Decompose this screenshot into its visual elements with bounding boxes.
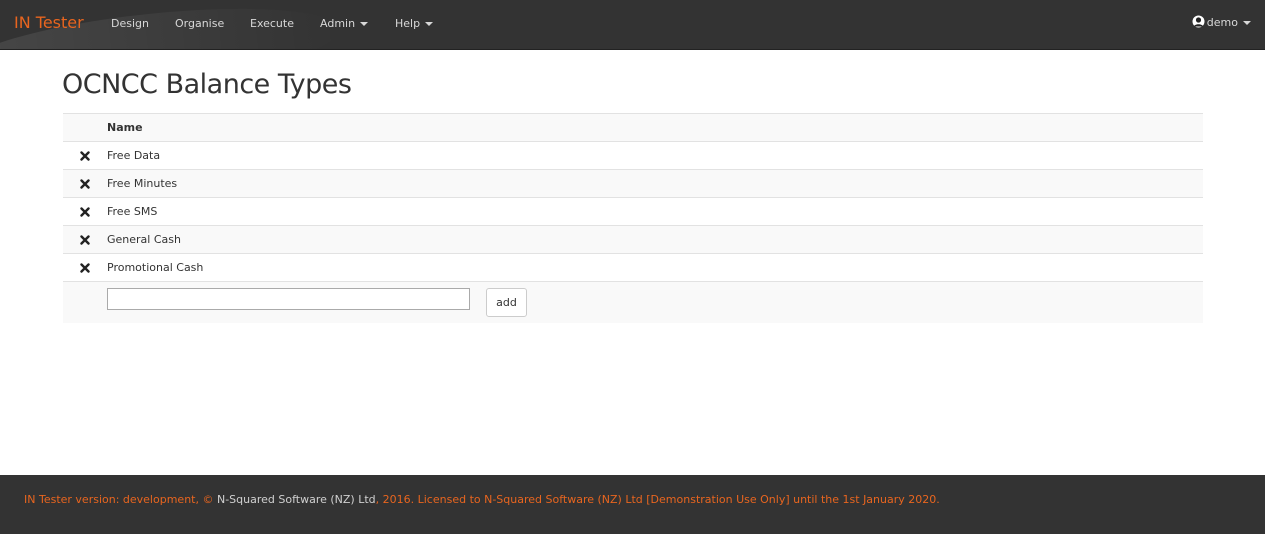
table-row: Free Data xyxy=(63,141,1203,169)
footer-license-detail: , 2016. Licensed to N-Squared Software (… xyxy=(375,493,940,506)
footer-version-text: IN Tester version: development, © xyxy=(24,493,217,506)
username-label: demo xyxy=(1206,16,1238,29)
column-header-name: Name xyxy=(107,121,143,134)
nav-help-label: Help xyxy=(395,17,421,30)
cross-icon xyxy=(80,262,90,273)
add-balance-type-row: add xyxy=(63,281,1203,323)
balance-type-name: General Cash xyxy=(107,233,181,246)
table-row: Promotional Cash xyxy=(63,253,1203,281)
footer: IN Tester version: development, © N-Squa… xyxy=(0,475,1265,534)
nav-admin-dropdown[interactable]: Admin xyxy=(320,17,369,30)
user-silhouette-icon xyxy=(1192,15,1205,28)
table-row: General Cash xyxy=(63,225,1203,253)
footer-license-text: IN Tester version: development, © N-Squa… xyxy=(24,493,940,506)
add-button[interactable]: add xyxy=(486,288,527,317)
nav-organise-label: Organise xyxy=(175,17,225,30)
delete-row-button[interactable] xyxy=(63,254,107,281)
balance-type-name: Free Minutes xyxy=(107,177,178,190)
nav-help-dropdown[interactable]: Help xyxy=(395,17,434,30)
balance-type-name: Promotional Cash xyxy=(107,261,204,274)
nav-design[interactable]: Design xyxy=(111,17,149,30)
brand-link[interactable]: IN Tester xyxy=(14,13,84,32)
delete-row-button[interactable] xyxy=(63,198,107,225)
cross-icon xyxy=(80,178,90,189)
nav-design-label: Design xyxy=(111,17,149,30)
nav-execute-label: Execute xyxy=(250,17,294,30)
cross-icon xyxy=(80,150,90,161)
new-balance-type-input[interactable] xyxy=(107,288,470,310)
cross-icon xyxy=(80,206,90,217)
balance-type-name: Free Data xyxy=(107,149,161,162)
table-row: Free SMS xyxy=(63,197,1203,225)
nav-execute[interactable]: Execute xyxy=(250,17,294,30)
page-title: OCNCC Balance Types xyxy=(62,69,352,100)
cross-icon xyxy=(80,234,90,245)
balance-type-name: Free SMS xyxy=(107,205,158,218)
nav-admin-label: Admin xyxy=(320,17,356,30)
delete-row-button[interactable] xyxy=(63,170,107,197)
delete-row-button[interactable] xyxy=(63,226,107,253)
top-navbar: IN Tester Design Organise Execute Admin … xyxy=(0,0,1265,50)
nav-organise[interactable]: Organise xyxy=(175,17,224,30)
caret-down-icon xyxy=(425,22,434,26)
footer-owner-text: N-Squared Software (NZ) Ltd xyxy=(216,493,376,506)
caret-down-icon xyxy=(360,22,369,26)
user-menu-dropdown[interactable]: demo xyxy=(1192,15,1251,29)
balance-types-table: Name Free Data Free Minutes Free SMS Gen… xyxy=(63,113,1203,323)
table-row: Free Minutes xyxy=(63,169,1203,197)
caret-down-icon xyxy=(1243,21,1251,25)
table-header-row: Name xyxy=(63,113,1203,141)
delete-row-button[interactable] xyxy=(63,142,107,169)
